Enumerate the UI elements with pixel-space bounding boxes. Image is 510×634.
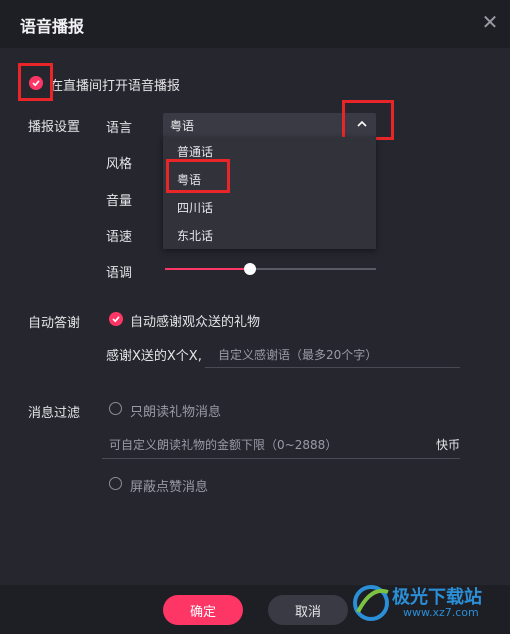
language-select-value: 粤语 (170, 119, 195, 133)
language-option[interactable]: 四川话 (177, 199, 213, 216)
gift-amount-input[interactable]: 可自定义朗读礼物的金额下限（0~2888） (109, 436, 337, 453)
auto-thanks-checkbox[interactable] (109, 312, 123, 326)
cancel-button[interactable]: 取消 (268, 595, 348, 625)
block-likes-label: 屏蔽点赞消息 (130, 480, 209, 495)
broadcast-settings-label: 播报设置 (28, 120, 81, 135)
enable-voice-label: 在直播间打开语音播报 (50, 79, 181, 94)
style-label: 风格 (106, 157, 133, 172)
thanks-template-prefix: 感谢X送的X个X, (106, 349, 202, 364)
dialog-title: 语音播报 (20, 17, 85, 36)
highlight-box-chevron (342, 100, 394, 140)
checkmark-icon (112, 316, 120, 323)
auto-thanks-checkbox-label: 自动感谢观众送的礼物 (130, 315, 261, 330)
gift-only-label: 只朗读礼物消息 (130, 405, 222, 420)
thanks-message-input[interactable]: 自定义感谢语（最多20个字） (218, 346, 377, 363)
gift-amount-underline (102, 458, 460, 459)
pitch-slider-handle[interactable] (244, 263, 256, 275)
auto-thanks-label: 自动答谢 (28, 316, 81, 331)
pitch-slider-fill (165, 268, 251, 270)
language-option[interactable]: 普通话 (177, 143, 213, 160)
language-option[interactable]: 东北话 (177, 227, 213, 244)
currency-label: 快币 (436, 438, 461, 452)
highlight-box-option (166, 159, 230, 193)
language-dropdown: 普通话 粤语 四川话 东北话 (163, 137, 376, 249)
gift-only-radio[interactable] (109, 402, 122, 415)
close-icon[interactable]: ✕ (480, 12, 500, 32)
watermark-url: www.xz7.com (403, 606, 479, 619)
thanks-input-underline (205, 367, 460, 368)
confirm-button[interactable]: 确定 (163, 595, 243, 625)
volume-label: 音量 (106, 194, 133, 209)
block-likes-radio[interactable] (109, 477, 122, 490)
dialog-titlebar: 语音播报 ✕ (0, 0, 510, 48)
language-label: 语言 (106, 121, 133, 136)
speed-label: 语速 (106, 230, 133, 245)
pitch-label: 语调 (106, 266, 133, 281)
message-filter-label: 消息过滤 (28, 406, 81, 421)
highlight-box-checkbox (18, 63, 53, 101)
